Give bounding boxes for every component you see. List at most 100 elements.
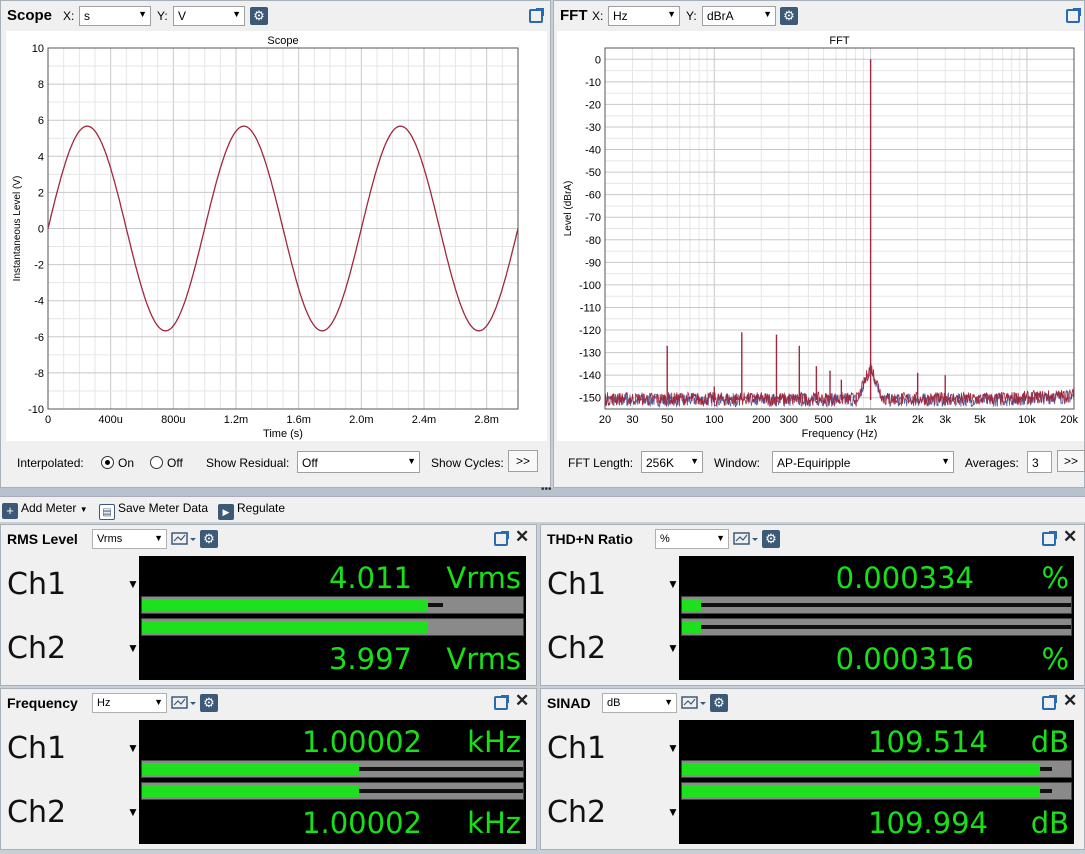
scope-x-unit-select[interactable]: s ▼	[79, 6, 151, 26]
y-tick-label: -100	[579, 280, 601, 292]
y-tick-label: 0	[38, 224, 44, 236]
ch1-unit: kHz	[467, 725, 521, 759]
meter-popout-icon[interactable]	[494, 531, 509, 546]
ch2-level-bar	[681, 782, 1072, 800]
fft-panel: FFT X: Hz ▼ Y: dBrA ▼ ⚙ FFT 0 -10 -20 -30 -40 -5…	[553, 0, 1085, 488]
scope-y-unit-value: V	[178, 9, 187, 23]
rms-meter-panel: RMS Level Vrms ▼ ⚙ ✕ Ch1 ▼ Ch2 ▼ 4.011 Vr…	[0, 524, 537, 686]
ch1-peak-line	[427, 603, 443, 607]
fft-x-unit-select[interactable]: Hz ▼	[608, 6, 680, 26]
ch2-dropdown-triangle-icon[interactable]: ▼	[667, 805, 679, 819]
ch2-level-fill	[682, 785, 1040, 797]
y-axis-label: Instantaneous Level (V)	[12, 176, 23, 282]
meter-graph-icon[interactable]	[171, 531, 197, 547]
meter-graph-icon[interactable]	[733, 531, 759, 547]
meter-unit-value: %	[660, 533, 670, 545]
ch1-value: 0.000334	[835, 561, 974, 595]
y-tick-label: -10	[585, 77, 601, 89]
scope-settings-gear-icon[interactable]: ⚙	[250, 7, 268, 25]
fft-more-button[interactable]: >>	[1057, 450, 1085, 472]
scope-x-unit-value: s	[84, 9, 90, 23]
y-axis-label: Level (dBrA)	[563, 181, 574, 237]
x-tick-label: 2.0m	[349, 414, 373, 426]
panel-splitter[interactable]: •••	[0, 484, 1085, 496]
fft-length-value: 256K	[646, 456, 675, 470]
meter-popout-icon[interactable]	[1042, 531, 1057, 546]
y-tick-label: 4	[38, 151, 44, 163]
window-select[interactable]: AP-Equiripple ▼	[772, 451, 954, 473]
y-tick-label: -8	[34, 368, 44, 380]
meter-unit-select[interactable]: Vrms ▼	[92, 529, 167, 549]
scope-plot-area: Scope 10 8 6 4 2 0 -2 -4 -6 -8 -10 0 400u 800u 1.2m 1.6m…	[6, 31, 547, 441]
interpolated-off-radio[interactable]: Off	[150, 456, 183, 470]
meter-graph-icon[interactable]	[171, 695, 197, 711]
ch2-unit: kHz	[467, 806, 521, 840]
fft-length-select[interactable]: 256K ▼	[641, 451, 703, 473]
chevron-down-icon: ▼	[154, 697, 163, 707]
close-icon[interactable]: ✕	[515, 527, 529, 547]
meter-unit-select[interactable]: % ▼	[655, 529, 729, 549]
ch2-dropdown-triangle-icon[interactable]: ▼	[127, 641, 139, 655]
ch2-peak-line	[1039, 789, 1052, 793]
meter-settings-gear-icon[interactable]: ⚙	[200, 530, 218, 548]
y-tick-label: 0	[595, 54, 601, 66]
chevron-down-icon: ▼	[716, 533, 725, 543]
meter-unit-select[interactable]: Hz ▼	[92, 693, 167, 713]
fft-settings-gear-icon[interactable]: ⚙	[780, 7, 798, 25]
ch2-value: 109.994	[868, 806, 988, 840]
y-tick-label: 6	[38, 115, 44, 127]
ch1-dropdown-triangle-icon[interactable]: ▼	[667, 577, 679, 591]
close-icon[interactable]: ✕	[1063, 691, 1077, 711]
chevron-down-icon: ▼	[407, 456, 416, 466]
meter-toolbar: + Add Meter ▼ ▤ Save Meter Data ▶ Regulate	[0, 496, 1085, 522]
meter-popout-icon[interactable]	[1042, 695, 1057, 710]
scope-y-unit-select[interactable]: V ▼	[173, 6, 245, 26]
ch2-dropdown-triangle-icon[interactable]: ▼	[127, 805, 139, 819]
add-meter-button[interactable]: + Add Meter ▼	[2, 501, 88, 519]
y-tick-label: -50	[585, 167, 601, 179]
ch1-unit: Vrms	[446, 561, 521, 595]
ch1-label: Ch1	[7, 567, 67, 602]
show-cycles-button[interactable]: >>	[508, 450, 538, 472]
meter-graph-icon[interactable]	[681, 695, 707, 711]
ch1-label: Ch1	[7, 731, 67, 766]
x-tick-label: 50	[661, 414, 673, 426]
fft-y-unit-select[interactable]: dBrA ▼	[702, 6, 776, 26]
ch1-dropdown-triangle-icon[interactable]: ▼	[127, 577, 139, 591]
meter-settings-gear-icon[interactable]: ⚙	[762, 530, 780, 548]
regulate-button[interactable]: ▶ Regulate	[218, 501, 285, 520]
ch2-peak-line	[359, 789, 523, 793]
ch1-dropdown-triangle-icon[interactable]: ▼	[127, 741, 139, 755]
ch2-unit: Vrms	[446, 642, 521, 676]
ch1-unit: %	[1041, 561, 1069, 595]
y-tick-label: -10	[28, 404, 44, 416]
chevron-down-icon: ▼	[763, 9, 772, 19]
meter-unit-select[interactable]: dB ▼	[602, 693, 677, 713]
close-icon[interactable]: ✕	[515, 691, 529, 711]
chart-title: Scope	[267, 35, 298, 47]
ch2-level-bar	[141, 782, 524, 800]
save-meter-data-button[interactable]: ▤ Save Meter Data	[99, 501, 208, 520]
ch2-label: Ch2	[547, 795, 607, 830]
averages-label: Averages:	[965, 456, 1019, 470]
ch1-dropdown-triangle-icon[interactable]: ▼	[667, 741, 679, 755]
x-tick-label: 2k	[912, 414, 924, 426]
x-tick-label: 5k	[974, 414, 986, 426]
x-tick-label: 20k	[1060, 414, 1078, 426]
show-residual-select[interactable]: Off ▼	[297, 451, 420, 473]
chart-title: FFT	[829, 35, 849, 47]
ch2-dropdown-triangle-icon[interactable]: ▼	[667, 641, 679, 655]
meter-settings-gear-icon[interactable]: ⚙	[710, 694, 728, 712]
fft-popout-icon[interactable]	[1066, 8, 1081, 23]
meter-settings-gear-icon[interactable]: ⚙	[200, 694, 218, 712]
scope-popout-icon[interactable]	[529, 8, 544, 23]
close-icon[interactable]: ✕	[1063, 527, 1077, 547]
meter-popout-icon[interactable]	[494, 695, 509, 710]
averages-input[interactable]: 3	[1027, 451, 1052, 473]
y-tick-label: -120	[579, 325, 601, 337]
ch2-value: 1.00002	[302, 806, 422, 840]
x-tick-label: 500	[814, 414, 832, 426]
scope-y-label: Y:	[157, 9, 168, 23]
radio-selected-icon	[101, 456, 114, 469]
interpolated-on-radio[interactable]: On	[101, 456, 134, 470]
